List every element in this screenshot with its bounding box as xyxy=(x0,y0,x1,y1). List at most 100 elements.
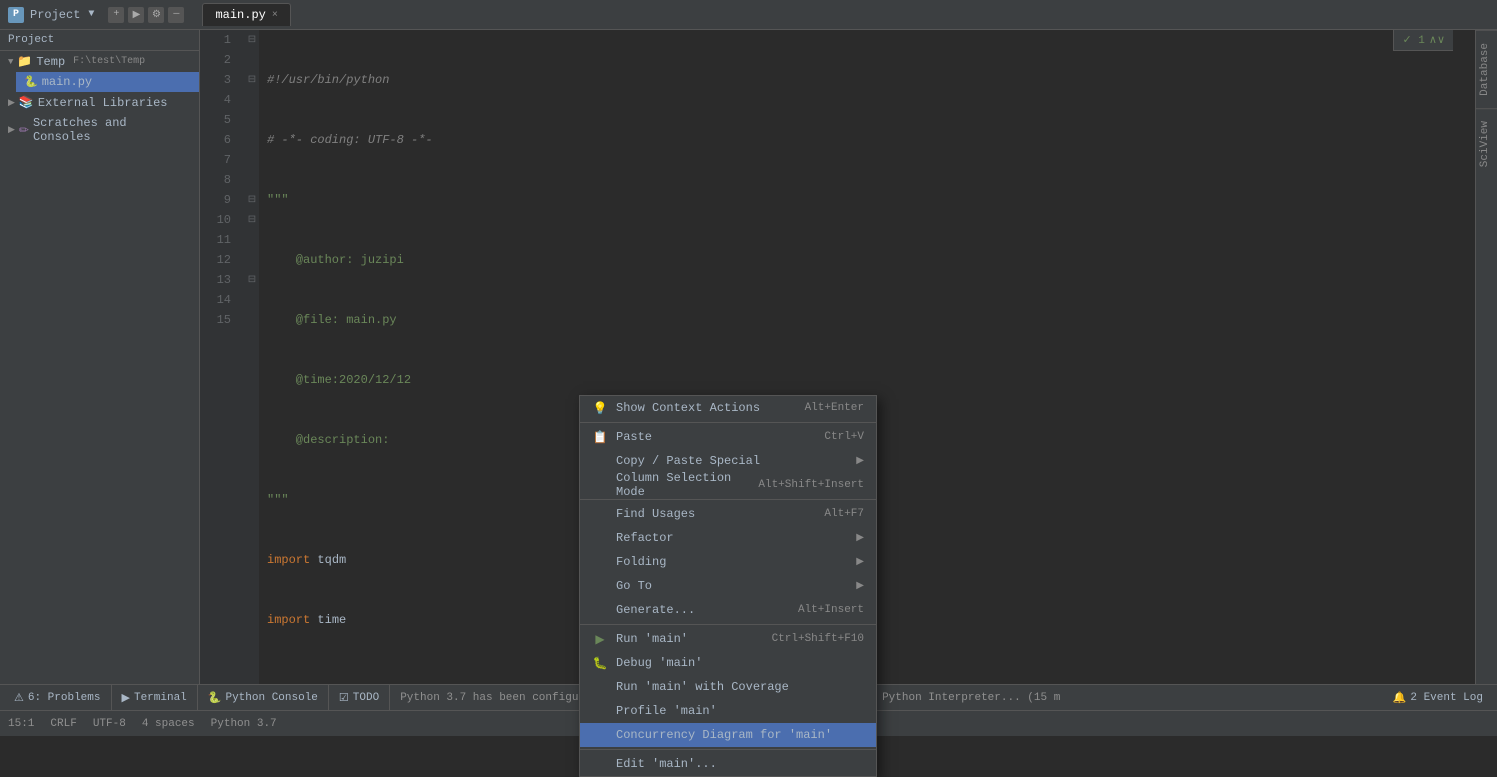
sidebar-title: Project xyxy=(8,34,54,46)
event-log-icon: 🔔 xyxy=(1393,691,1407,705)
settings-btn[interactable]: ⚙ xyxy=(148,7,164,23)
ctx-folding-icon xyxy=(592,554,608,570)
title-bar-actions: + ▶ ⚙ — xyxy=(108,7,184,23)
ctx-goto-icon xyxy=(592,578,608,594)
line-num-8: 8 xyxy=(200,170,237,190)
status-message: Python 3.7 has been configured as the pr… xyxy=(390,688,1382,708)
problems-icon: ⚠ xyxy=(14,691,24,705)
ctx-goto[interactable]: Go To ▶ xyxy=(580,574,876,598)
ctx-run-icon: ▶ xyxy=(592,631,608,647)
fold-12 xyxy=(245,250,259,270)
ctx-copy-paste-special[interactable]: Copy / Paste Special ▶ xyxy=(580,449,876,473)
ctx-concurrency-label: Concurrency Diagram for 'main' xyxy=(616,728,864,742)
ctx-run-main[interactable]: ▶ Run 'main' Ctrl+Shift+F10 xyxy=(580,627,876,651)
status-position[interactable]: 15:1 xyxy=(8,718,34,730)
ctx-column-shortcut: Alt+Shift+Insert xyxy=(758,479,864,491)
run-btn[interactable]: ▶ xyxy=(128,7,144,23)
context-menu: 💡 Show Context Actions Alt+Enter 📋 Paste… xyxy=(579,395,877,777)
sidebar-item-scratches[interactable]: ▶ ✏ Scratches and Consoles xyxy=(0,113,199,147)
status-line-ending[interactable]: CRLF xyxy=(50,718,76,730)
ctx-goto-arrow: ▶ xyxy=(856,580,864,592)
sidebar-mainpy-label: main.py xyxy=(42,75,92,89)
ctx-concurrency-diagram[interactable]: Concurrency Diagram for 'main' xyxy=(580,723,876,747)
line-numbers: 1 2 3 4 5 6 7 8 9 10 11 12 13 14 15 xyxy=(200,30,245,684)
fold-9[interactable]: ⊟ xyxy=(245,190,259,210)
line-num-11: 11 xyxy=(200,230,237,250)
add-config-btn[interactable]: + xyxy=(108,7,124,23)
ctx-refactor-icon xyxy=(592,530,608,546)
line-num-15: 15 xyxy=(200,310,237,330)
ctx-profile-main[interactable]: Profile 'main' xyxy=(580,699,876,723)
fold-3[interactable]: ⊟ xyxy=(245,70,259,90)
ctx-refactor-arrow: ▶ xyxy=(856,532,864,544)
ctx-debug-icon: 🐛 xyxy=(592,655,608,671)
right-tab-database[interactable]: Database xyxy=(1476,30,1497,108)
ctx-paste[interactable]: 📋 Paste Ctrl+V xyxy=(580,425,876,449)
ctx-generate[interactable]: Generate... Alt+Insert xyxy=(580,598,876,622)
bottom-tab-todo[interactable]: ☑ TODO xyxy=(329,685,390,710)
ctx-run-coverage-label: Run 'main' with Coverage xyxy=(616,680,864,694)
minimize-btn[interactable]: — xyxy=(168,7,184,23)
fold-10[interactable]: ⊟ xyxy=(245,210,259,230)
ctx-run-main-label: Run 'main' xyxy=(616,632,764,646)
ctx-generate-shortcut: Alt+Insert xyxy=(798,604,864,616)
code-line-2: # -*- coding: UTF-8 -*- xyxy=(267,130,1467,150)
project-name[interactable]: Project xyxy=(30,8,80,22)
tab-close-btn[interactable]: × xyxy=(272,10,278,21)
ctx-divider-2 xyxy=(580,499,876,500)
main-py-tab[interactable]: main.py × xyxy=(202,3,290,26)
sidebar-extlibs-label: External Libraries xyxy=(38,96,168,110)
ctx-refactor[interactable]: Refactor ▶ xyxy=(580,526,876,550)
ctx-concurrent-icon xyxy=(592,727,608,743)
bottom-tab-python-console[interactable]: 🐍 Python Console xyxy=(198,685,329,710)
sidebar-item-temp[interactable]: ▼ 📁 Temp F:\test\Temp xyxy=(0,51,199,72)
ctx-debug-main-label: Debug 'main' xyxy=(616,656,864,670)
ctx-run-coverage[interactable]: Run 'main' with Coverage xyxy=(580,675,876,699)
line-num-14: 14 xyxy=(200,290,237,310)
ctx-folding[interactable]: Folding ▶ xyxy=(580,550,876,574)
terminal-label: Terminal xyxy=(134,692,187,704)
fold-6 xyxy=(245,130,259,150)
project-dropdown-arrow[interactable]: ▼ xyxy=(88,9,94,20)
tab-bar: main.py × xyxy=(202,3,290,26)
status-indent[interactable]: 4 spaces xyxy=(142,718,195,730)
status-position-value: 15:1 xyxy=(8,718,34,730)
ctx-find-icon xyxy=(592,506,608,522)
fold-1[interactable]: ⊟ xyxy=(245,30,259,50)
title-bar: P Project ▼ + ▶ ⚙ — main.py × xyxy=(0,0,1497,30)
status-encoding[interactable]: UTF-8 xyxy=(93,718,126,730)
bottom-tab-terminal[interactable]: ▶ Terminal xyxy=(112,685,198,710)
status-indent-value: 4 spaces xyxy=(142,718,195,730)
version-indicator[interactable]: ✓ 1 ∧∨ xyxy=(1393,30,1453,51)
event-log[interactable]: 🔔 2 Event Log xyxy=(1383,687,1493,709)
right-tab-sciview[interactable]: SciView xyxy=(1476,108,1497,179)
sidebar-header: Project xyxy=(0,30,199,51)
line-num-13: 13 xyxy=(200,270,237,290)
ctx-run-main-shortcut: Ctrl+Shift+F10 xyxy=(772,633,864,645)
ctx-edit-main-label: Edit 'main'... xyxy=(616,757,864,771)
ctx-divider-4 xyxy=(580,749,876,750)
ctx-find-usages[interactable]: Find Usages Alt+F7 xyxy=(580,502,876,526)
ctx-divider-1 xyxy=(580,422,876,423)
ctx-edit-icon xyxy=(592,756,608,772)
status-python[interactable]: Python 3.7 xyxy=(211,718,277,730)
ctx-column-selection[interactable]: Column Selection Mode Alt+Shift+Insert xyxy=(580,473,876,497)
todo-icon: ☑ xyxy=(339,691,349,705)
ctx-coverage-icon xyxy=(592,679,608,695)
line-num-2: 2 xyxy=(200,50,237,70)
ctx-show-context-actions[interactable]: 💡 Show Context Actions Alt+Enter xyxy=(580,396,876,420)
ctx-debug-main[interactable]: 🐛 Debug 'main' xyxy=(580,651,876,675)
ctx-edit-main[interactable]: Edit 'main'... xyxy=(580,752,876,776)
sidebar-item-extlibs[interactable]: ▶ 📚 External Libraries xyxy=(0,92,199,113)
ctx-generate-icon xyxy=(592,602,608,618)
sidebar-item-mainpy[interactable]: 🐍 main.py xyxy=(16,72,199,92)
fold-13[interactable]: ⊟ xyxy=(245,270,259,290)
terminal-icon: ▶ xyxy=(122,691,130,705)
ctx-bulb-icon: 💡 xyxy=(592,400,608,416)
ctx-column-label: Column Selection Mode xyxy=(616,471,750,499)
bottom-tab-problems[interactable]: ⚠ 6: Problems xyxy=(4,685,112,710)
fold-8 xyxy=(245,170,259,190)
status-python-value: Python 3.7 xyxy=(211,718,277,730)
title-bar-left: P Project ▼ + ▶ ⚙ — main.py × xyxy=(8,3,291,26)
sidebar-temp-label: Temp xyxy=(36,55,65,69)
